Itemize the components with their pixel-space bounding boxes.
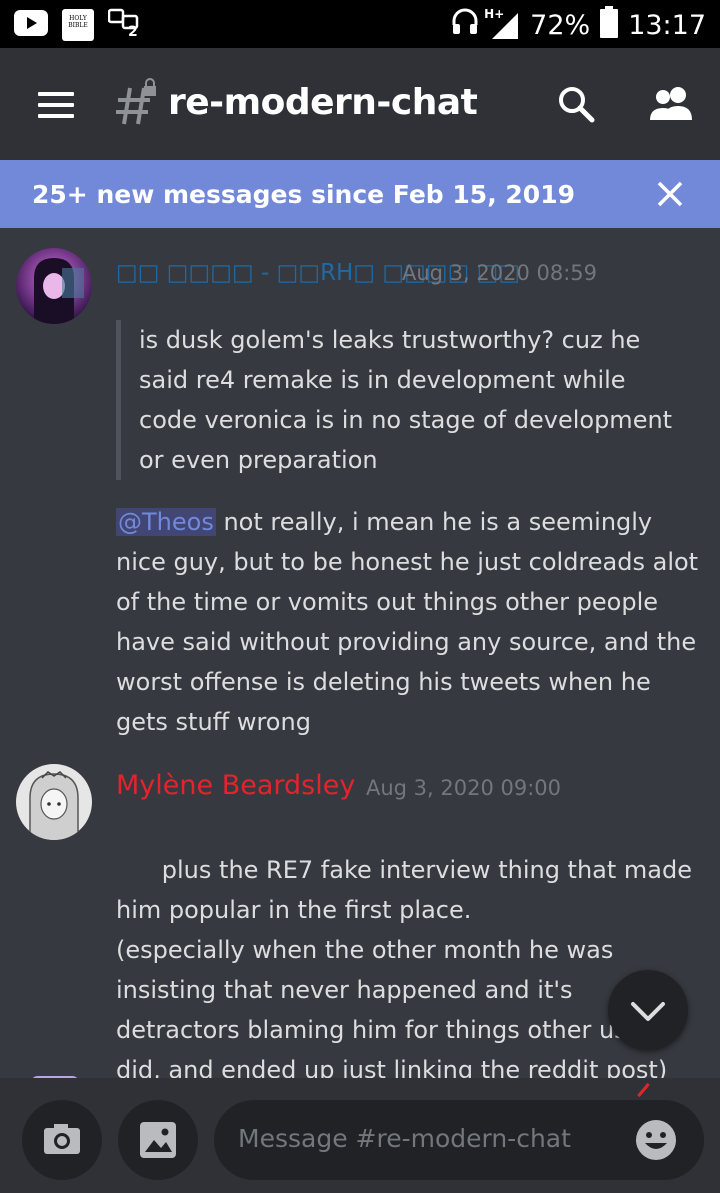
chat-notification-count: 2 — [128, 24, 138, 40]
youtube-icon — [14, 10, 48, 40]
members-icon[interactable] — [648, 86, 696, 122]
chat-notification-icon: 2 — [107, 8, 142, 42]
message-author[interactable]: Mylène Beardsley — [116, 770, 355, 801]
network-type: H+ — [484, 6, 505, 21]
message-timestamp: Aug 3, 2020 09:00 — [366, 776, 562, 800]
discord-app: re-modern-chat 25+ new messages since Fe… — [0, 48, 720, 1193]
user-mention[interactable]: @Theos — [116, 508, 216, 536]
message-body: @Theos not really, i mean he is a seemin… — [116, 502, 701, 742]
new-messages-banner[interactable]: 25+ new messages since Feb 15, 2019 — [0, 160, 720, 228]
message-quote: is dusk golem's leaks trustworthy? cuz h… — [116, 320, 684, 480]
search-icon[interactable] — [556, 84, 596, 124]
emoji-icon[interactable] — [634, 1118, 678, 1162]
jump-to-present-button[interactable] — [608, 970, 688, 1050]
close-icon[interactable] — [656, 180, 684, 208]
new-messages-text: 25+ new messages since Feb 15, 2019 — [32, 180, 575, 209]
battery-percent: 72% — [530, 10, 591, 41]
quote-text: is dusk golem's leaks trustworthy? cuz h… — [139, 326, 673, 474]
gallery-button[interactable] — [118, 1100, 198, 1180]
image-icon — [140, 1122, 176, 1158]
camera-button[interactable] — [22, 1100, 102, 1180]
message-input[interactable]: Message #re-modern-chat — [214, 1100, 704, 1180]
message-composer: Message #re-modern-chat — [0, 1078, 720, 1193]
bible-icon-text: HOLY BIBLE — [68, 15, 88, 29]
signal-icon: H+ — [484, 7, 520, 41]
message-group: □□ □□□□ - □□RH□ □□□□ □□ Aug 3, 2020 08:5… — [0, 248, 720, 748]
clock: 13:17 — [628, 10, 706, 41]
avatar[interactable] — [16, 248, 92, 324]
typing-indicator-mark — [637, 1082, 650, 1098]
menu-icon[interactable] — [38, 92, 74, 118]
headset-icon — [450, 7, 480, 44]
status-bar: HOLY BIBLE 2 H+ 72% 13:17 — [0, 0, 720, 48]
message-input-placeholder: Message #re-modern-chat — [238, 1124, 571, 1153]
message-timestamp: Aug 3, 2020 08:59 — [402, 261, 598, 285]
channel-header: re-modern-chat — [0, 48, 720, 160]
battery-icon — [600, 6, 619, 45]
message-text: not really, i mean he is a seemingly nic… — [116, 508, 699, 736]
holy-bible-app-icon: HOLY BIBLE — [62, 9, 94, 41]
channel-title: re-modern-chat — [168, 82, 478, 123]
avatar[interactable] — [16, 764, 92, 840]
locked-hash-icon — [116, 78, 160, 128]
camera-icon — [44, 1124, 80, 1154]
chevron-down-icon — [631, 1002, 665, 1021]
